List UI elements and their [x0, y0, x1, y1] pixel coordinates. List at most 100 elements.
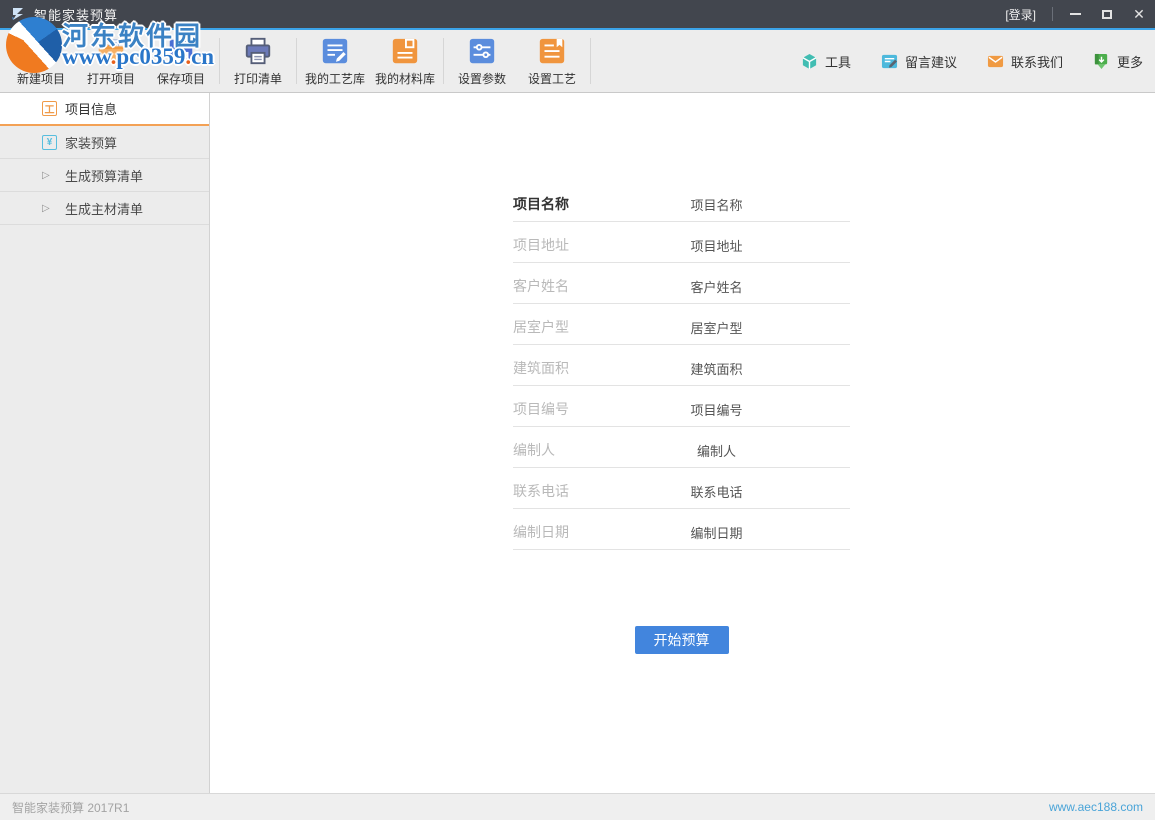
status-bar: 智能家装预算 2017R1 www.aec188.com — [0, 793, 1155, 820]
close-icon: ✕ — [1133, 7, 1145, 21]
field-label: 客户姓名 — [513, 276, 583, 296]
set-craft-label: 设置工艺 — [528, 70, 576, 87]
open-project-button[interactable]: 打开项目 — [76, 30, 146, 92]
app-body: 工 项目信息 ¥ 家装预算 ▷ 生成预算清单 ▷ 生成主材清单 项目名称 项目名… — [0, 93, 1155, 793]
toolbar: 新建项目 打开项目 保存项目 — [0, 30, 1155, 93]
new-project-button[interactable]: 新建项目 — [6, 30, 76, 92]
more-button[interactable]: 更多 — [1093, 52, 1143, 71]
tools-cube-icon — [801, 53, 818, 70]
more-icon — [1093, 53, 1110, 70]
form-row-contact-phone: 联系电话 联系电话 — [513, 468, 850, 509]
sidebar: 工 项目信息 ¥ 家装预算 ▷ 生成预算清单 ▷ 生成主材清单 — [0, 93, 210, 793]
form-row-room-layout: 居室户型 居室户型 — [513, 304, 850, 345]
tools-button[interactable]: 工具 — [801, 52, 851, 71]
minimize-icon — [1070, 13, 1081, 15]
triangle-icon: ▷ — [42, 201, 57, 216]
app-window: 智能家装预算 [登录] ✕ 新建项目 — [0, 0, 1155, 820]
craft-library-button[interactable]: 我的工艺库 — [300, 30, 370, 92]
print-list-button[interactable]: 打印清单 — [223, 30, 293, 92]
save-project-label: 保存项目 — [157, 70, 205, 87]
material-library-button[interactable]: 我的材料库 — [370, 30, 440, 92]
set-params-label: 设置参数 — [458, 70, 506, 87]
contact-label: 联系我们 — [1011, 52, 1063, 71]
maximize-icon — [1102, 10, 1112, 19]
sidebar-item-generate-budget-list[interactable]: ▷ 生成预算清单 — [0, 159, 209, 192]
contact-phone-input[interactable]: 联系电话 — [583, 482, 850, 501]
new-project-icon — [26, 36, 56, 66]
material-library-icon — [390, 36, 420, 66]
toolbar-right: 工具 留言建议 联系我们 — [801, 30, 1143, 92]
project-info-icon: 工 — [42, 101, 57, 116]
compiler-input[interactable]: 编制人 — [583, 441, 850, 460]
titlebar-separator — [1052, 7, 1053, 21]
feedback-button[interactable]: 留言建议 — [881, 52, 957, 71]
login-button[interactable]: [登录] — [1005, 6, 1036, 23]
start-budget-button[interactable]: 开始预算 — [635, 626, 729, 654]
field-label: 编制日期 — [513, 522, 583, 542]
print-list-label: 打印清单 — [234, 70, 282, 87]
field-label: 联系电话 — [513, 481, 583, 501]
feedback-icon — [881, 53, 898, 70]
field-label: 项目名称 — [513, 194, 583, 214]
app-logo-icon — [10, 6, 26, 22]
status-website-link[interactable]: www.aec188.com — [1049, 800, 1143, 814]
triangle-icon: ▷ — [42, 168, 57, 183]
contact-mail-icon — [987, 53, 1004, 70]
print-list-icon — [243, 36, 273, 66]
project-name-input[interactable]: 项目名称 — [583, 195, 850, 214]
project-address-input[interactable]: 项目地址 — [583, 236, 850, 255]
sidebar-item-project-info[interactable]: 工 项目信息 — [0, 93, 209, 126]
toolbar-separator — [443, 38, 444, 84]
contact-button[interactable]: 联系我们 — [987, 52, 1063, 71]
toolbar-separator — [296, 38, 297, 84]
form-row-compile-date: 编制日期 编制日期 — [513, 509, 850, 550]
set-params-button[interactable]: 设置参数 — [447, 30, 517, 92]
set-craft-icon — [537, 36, 567, 66]
sidebar-item-label: 生成预算清单 — [65, 166, 143, 185]
toolbar-separator — [219, 38, 220, 84]
window-title: 智能家装预算 — [34, 5, 118, 24]
field-label: 编制人 — [513, 440, 583, 460]
main-content: 项目名称 项目名称 项目地址 项目地址 客户姓名 客户姓名 居室户型 居室户型 … — [210, 93, 1155, 793]
save-project-button[interactable]: 保存项目 — [146, 30, 216, 92]
open-project-icon — [96, 36, 126, 66]
sidebar-item-generate-material-list[interactable]: ▷ 生成主材清单 — [0, 192, 209, 225]
minimize-button[interactable] — [1059, 0, 1091, 28]
close-button[interactable]: ✕ — [1123, 0, 1155, 28]
form-row-building-area: 建筑面积 建筑面积 — [513, 345, 850, 386]
open-project-label: 打开项目 — [87, 70, 135, 87]
tools-label: 工具 — [825, 52, 851, 71]
sidebar-item-label: 生成主材清单 — [65, 199, 143, 218]
field-label: 项目编号 — [513, 399, 583, 419]
craft-library-icon — [320, 36, 350, 66]
set-params-icon — [467, 36, 497, 66]
more-label: 更多 — [1117, 52, 1143, 71]
project-number-input[interactable]: 项目编号 — [583, 400, 850, 419]
save-project-icon — [166, 36, 196, 66]
form-row-project-number: 项目编号 项目编号 — [513, 386, 850, 427]
new-project-label: 新建项目 — [17, 70, 65, 87]
building-area-input[interactable]: 建筑面积 — [583, 359, 850, 378]
compile-date-input[interactable]: 编制日期 — [583, 523, 850, 542]
customer-name-input[interactable]: 客户姓名 — [583, 277, 850, 296]
form-row-project-address: 项目地址 项目地址 — [513, 222, 850, 263]
set-craft-button[interactable]: 设置工艺 — [517, 30, 587, 92]
material-library-label: 我的材料库 — [375, 70, 435, 87]
sidebar-item-budget[interactable]: ¥ 家装预算 — [0, 126, 209, 159]
status-app-version: 智能家装预算 2017R1 — [12, 799, 129, 816]
feedback-label: 留言建议 — [905, 52, 957, 71]
form-row-compiler: 编制人 编制人 — [513, 427, 850, 468]
craft-library-label: 我的工艺库 — [305, 70, 365, 87]
toolbar-separator — [590, 38, 591, 84]
form-row-customer-name: 客户姓名 客户姓名 — [513, 263, 850, 304]
sidebar-item-label: 项目信息 — [65, 99, 117, 118]
title-bar: 智能家装预算 [登录] ✕ — [0, 0, 1155, 28]
field-label: 建筑面积 — [513, 358, 583, 378]
form-row-project-name: 项目名称 项目名称 — [513, 181, 850, 222]
field-label: 居室户型 — [513, 317, 583, 337]
budget-yuan-icon: ¥ — [42, 135, 57, 150]
room-layout-input[interactable]: 居室户型 — [583, 318, 850, 337]
project-info-form: 项目名称 项目名称 项目地址 项目地址 客户姓名 客户姓名 居室户型 居室户型 … — [513, 181, 850, 654]
maximize-button[interactable] — [1091, 0, 1123, 28]
titlebar-controls: [登录] ✕ — [1005, 0, 1155, 28]
